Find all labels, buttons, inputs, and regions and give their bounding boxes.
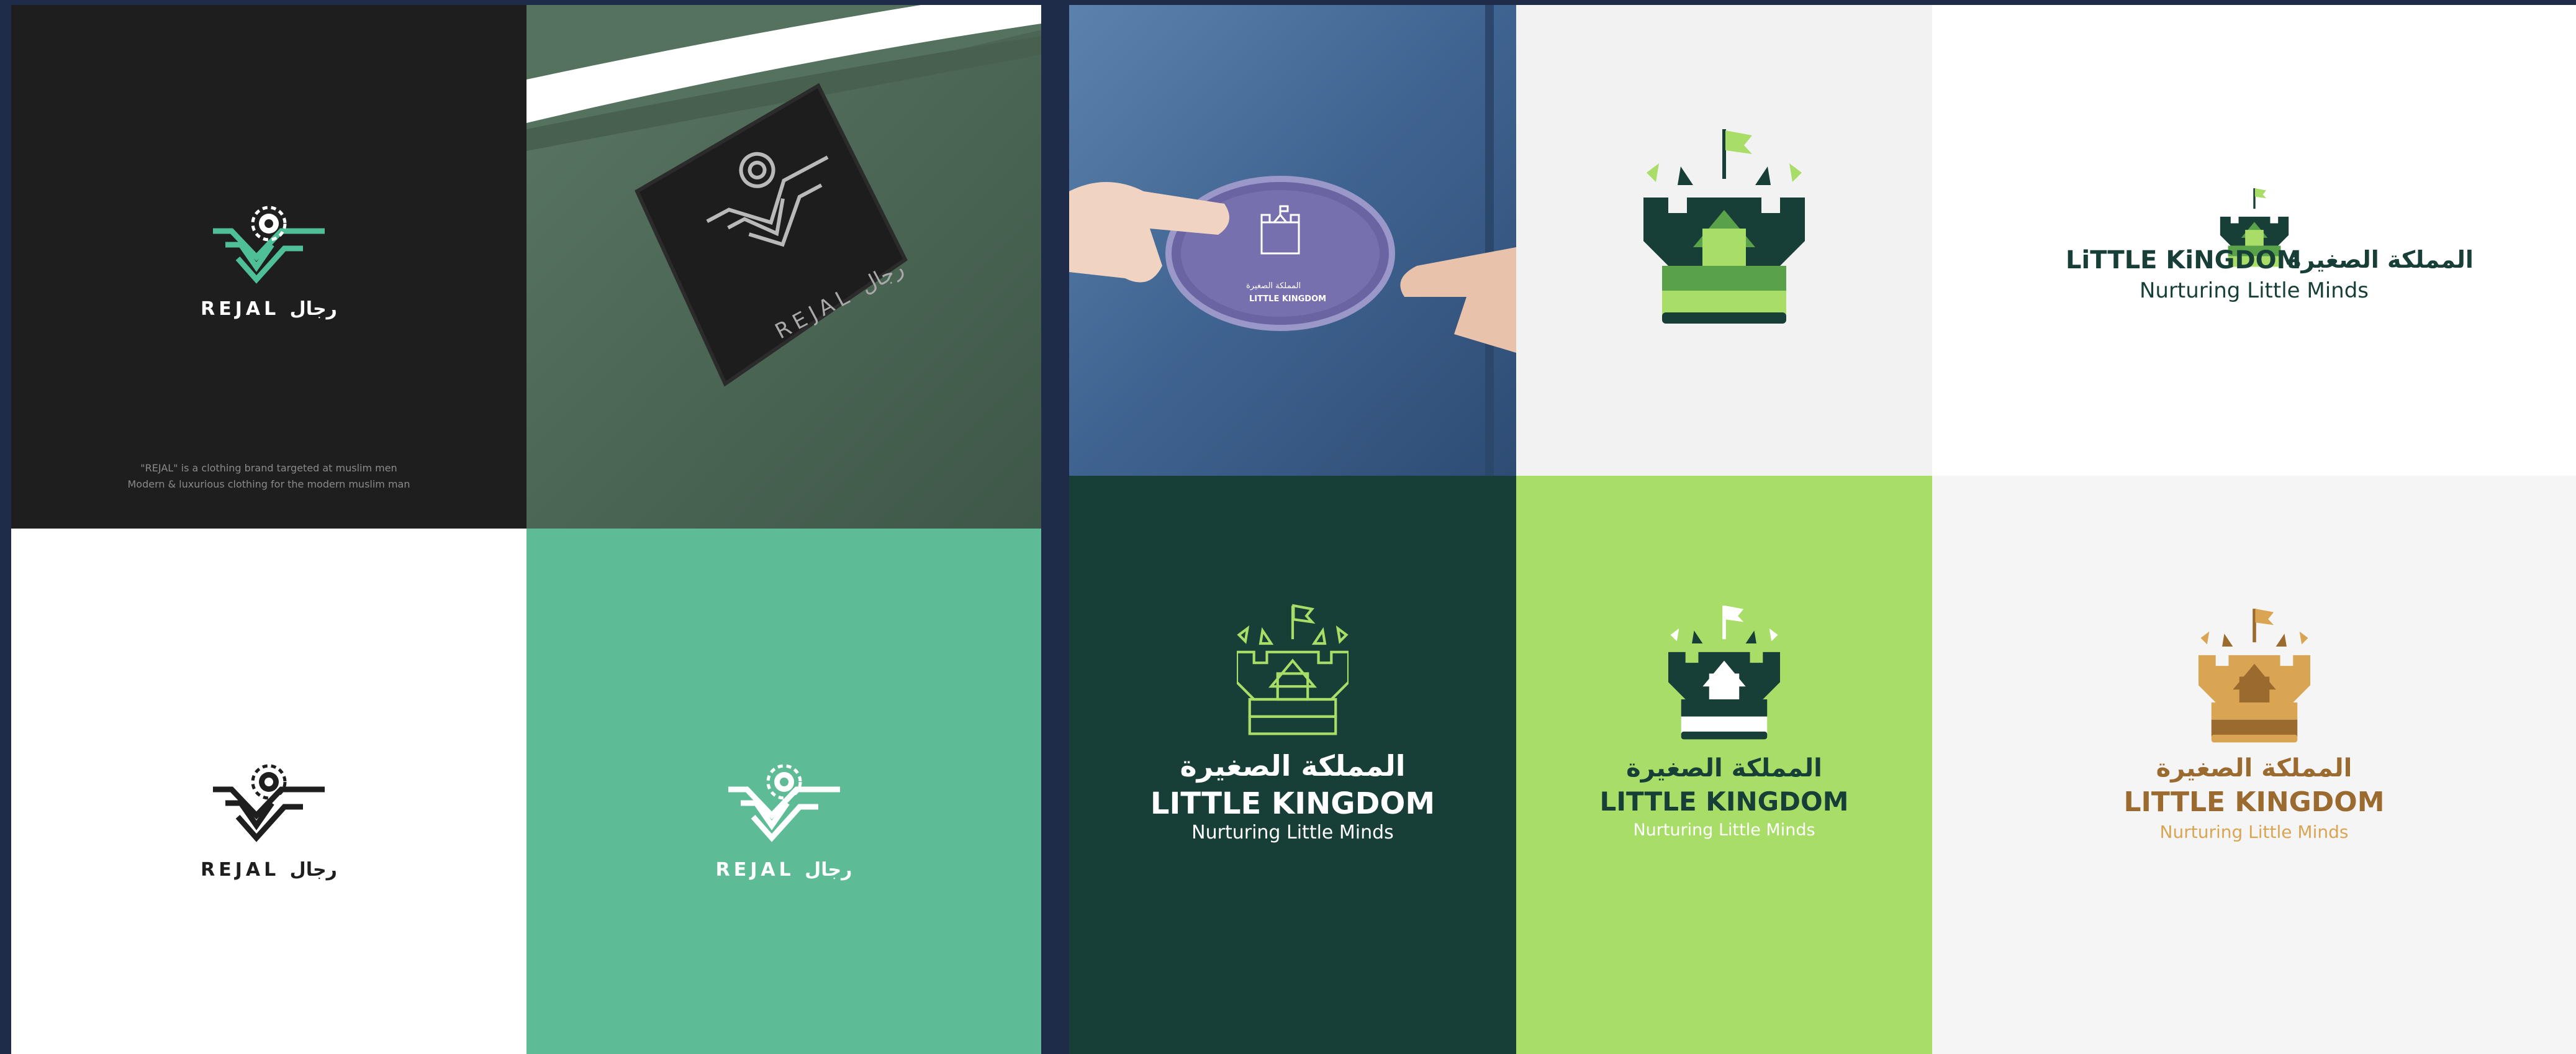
castle-icon-gold [2198,609,2310,743]
kingdom-tagline-lime: Nurturing Little Minds [1633,820,1815,840]
patch-english: LITTLE KINGDOM [1249,294,1327,304]
castle-outline-icon [1237,604,1349,735]
kingdom-gold-tile: المملكة الصغيرة LITTLE KINGDOM Nurturing… [1932,476,2576,1054]
rejal-dark-tile: REJAL رجال "REJAL" is a clothing brand t… [11,5,526,529]
kingdom-english-inline: LiTTLE KiNGDOM [2066,246,2302,275]
kingdom-arabic-gold: المملكة الصغيرة [2156,754,2352,783]
kingdom-english-lime: LITTLE KINGDOM [1599,786,1849,817]
rejal-white-tile: REJAL رجال [11,529,526,1054]
rejal-tagline: "REJAL" is a clothing brand targeted at … [127,460,410,493]
kingdom-tagline-inline: Nurturing Little Minds [2139,278,2369,303]
label-logo-icon [706,152,829,247]
rejal-label-photo: REJAL رجال [526,5,1041,529]
kingdom-arabic-lime: المملكة الصغيرة [1626,754,1822,783]
rejal-wordmark: REJAL رجال [201,298,337,320]
kingdom-patch-photo: المملكة الصغيرة LITTLE KINGDOM [1069,5,1516,476]
rejal-logo-white-icon [728,764,840,842]
kingdom-horizontal-tile: LiTTLE KiNGDOM المملكة الصغيرة Nurturing… [1932,5,2576,476]
kingdom-arabic-inline: المملكة الصغيرة [2287,246,2474,273]
rejal-mint-tile: REJAL رجال [526,529,1041,1054]
kingdom-english-dark: LITTLE KINGDOM [1150,786,1435,821]
patch-arabic: المملكة الصغيرة [1246,281,1301,291]
rejal-wordmark-white: REJAL رجال [715,859,852,881]
kingdom-tagline-dark: Nurturing Little Minds [1191,822,1394,843]
kingdom-icon-tile [1516,5,1932,476]
kingdom-dark-tile: المملكة الصغيرة LITTLE KINGDOM Nurturing… [1069,476,1516,1054]
patch-castle-icon [1260,205,1300,255]
rejal-tagline-line2: Modern & luxurious clothing for the mode… [127,478,410,490]
rejal-logo-teal-icon [213,206,325,284]
kingdom-arabic-dark: المملكة الصغيرة [1180,749,1406,783]
castle-icon-color [1643,129,1805,324]
kingdom-lime-tile: المملكة الصغيرة LITTLE KINGDOM Nurturing… [1516,476,1932,1054]
kingdom-tagline-gold: Nurturing Little Minds [2159,822,2349,842]
rejal-logo-black-icon [213,764,325,842]
castle-icon-lime [1668,606,1780,740]
rejal-wordmark-black: REJAL رجال [201,859,337,881]
shirt-photo-image [526,5,1041,529]
kingdom-english-gold: LITTLE KINGDOM [2123,786,2385,818]
rejal-tagline-line1: "REJAL" is a clothing brand targeted at … [140,462,397,474]
